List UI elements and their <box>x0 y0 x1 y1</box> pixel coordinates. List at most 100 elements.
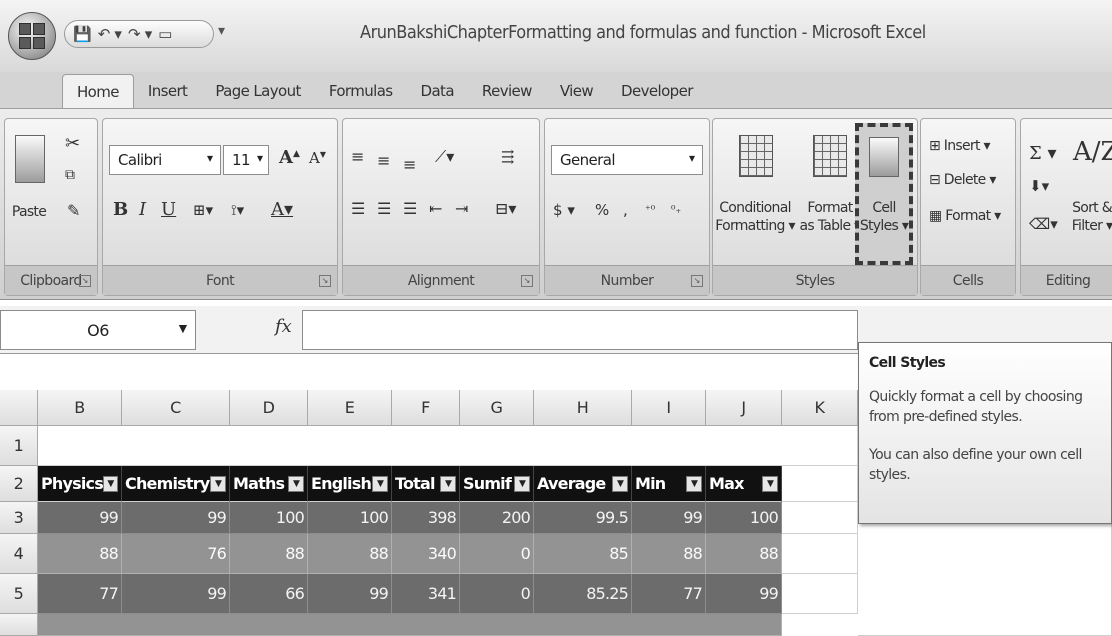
column-header-d[interactable]: D <box>230 390 308 426</box>
number-format-chevron-down-icon[interactable]: ▾ <box>689 151 695 165</box>
filter-dropdown-icon[interactable]: ▼ <box>288 475 304 492</box>
row-header-5[interactable]: 5 <box>0 574 38 614</box>
new-icon[interactable]: ▭ <box>158 25 172 43</box>
header-cell-maths[interactable]: Maths ▼ <box>230 466 308 502</box>
tab-formulas[interactable]: Formulas <box>315 74 407 108</box>
column-header-f[interactable]: F <box>392 390 460 426</box>
office-button[interactable] <box>8 12 56 60</box>
column-header-k[interactable]: K <box>782 390 858 426</box>
filter-dropdown-icon[interactable]: ▼ <box>514 475 530 492</box>
table-cell[interactable]: 77 <box>38 574 122 614</box>
paste-button[interactable]: Paste <box>5 203 53 221</box>
row-header-6[interactable] <box>0 614 38 636</box>
header-cell-average[interactable]: Average ▼ <box>534 466 632 502</box>
table-cell[interactable]: 100 <box>308 502 392 534</box>
table-cell[interactable] <box>782 534 858 574</box>
row-header-1[interactable]: 1 <box>0 426 38 466</box>
align-right-icon[interactable]: ☰ <box>403 199 417 218</box>
decrease-decimal-icon[interactable]: ⁰₊ <box>671 203 681 216</box>
shrink-font-icon[interactable]: A▼ <box>309 149 326 167</box>
top-align-icon[interactable]: ≡ <box>351 147 364 166</box>
table-cell[interactable] <box>782 466 858 502</box>
align-left-icon[interactable]: ☰ <box>351 199 365 218</box>
bold-icon[interactable]: B <box>113 199 128 220</box>
table-cell[interactable]: 0 <box>460 534 534 574</box>
table-cell[interactable]: 99 <box>122 502 230 534</box>
filter-dropdown-icon[interactable]: ▼ <box>102 475 118 492</box>
insert-button[interactable]: ⊞ Insert ▾ <box>929 137 991 155</box>
table-cell[interactable]: 99 <box>38 502 122 534</box>
customize-icon[interactable]: ▾ <box>218 22 225 39</box>
delete-button[interactable]: ⊟ Delete ▾ <box>929 171 996 189</box>
orientation-icon[interactable]: ⟋▾ <box>435 147 454 167</box>
cell-styles-button[interactable]: Cell Styles ▾ <box>855 123 913 265</box>
fill-color-icon[interactable]: ⟟▾ <box>231 201 244 219</box>
table-cell[interactable]: 66 <box>230 574 308 614</box>
table-cell[interactable]: 88 <box>308 534 392 574</box>
grow-font-icon[interactable]: A▲ <box>279 147 300 168</box>
table-cell[interactable] <box>858 524 1112 636</box>
table-cell[interactable]: 85 <box>534 534 632 574</box>
row-header-3[interactable]: 3 <box>0 502 38 534</box>
font-family-select[interactable]: Calibri <box>109 145 221 175</box>
column-header-e[interactable]: E <box>308 390 392 426</box>
number-launcher-icon[interactable]: ↘ <box>691 275 703 287</box>
format-as-table-button[interactable]: Format as Table ▾ <box>797 199 863 235</box>
column-header-g[interactable]: G <box>460 390 534 426</box>
wrap-text-icon[interactable]: ⇶ <box>501 147 514 166</box>
middle-align-icon[interactable]: ≡ <box>377 151 390 170</box>
sort-filter-button[interactable]: Sort & Filter ▾ <box>1067 199 1112 235</box>
format-button[interactable]: ▦ Format ▾ <box>929 207 1001 225</box>
copy-icon[interactable]: ⧉ <box>65 167 75 183</box>
format-as-table-icon[interactable] <box>813 135 847 177</box>
header-cell-english[interactable]: English ▼ <box>308 466 392 502</box>
align-center-icon[interactable]: ☰ <box>377 199 391 218</box>
paste-icon[interactable] <box>15 135 45 183</box>
table-cell[interactable] <box>782 574 858 614</box>
filter-dropdown-icon[interactable]: ▼ <box>372 475 388 492</box>
font-size-chevron-down-icon[interactable]: ▾ <box>257 151 263 165</box>
tab-view[interactable]: View <box>546 74 607 108</box>
table-row[interactable] <box>38 426 858 466</box>
italic-icon[interactable]: I <box>139 199 146 220</box>
fill-icon[interactable]: ⬇▾ <box>1029 177 1049 195</box>
table-cell[interactable]: 88 <box>632 534 706 574</box>
header-cell-total[interactable]: Total ▼ <box>392 466 460 502</box>
tab-review[interactable]: Review <box>468 74 546 108</box>
table-row[interactable] <box>38 614 782 636</box>
table-cell[interactable]: 88 <box>38 534 122 574</box>
table-cell[interactable]: 200 <box>460 502 534 534</box>
table-cell[interactable]: 88 <box>230 534 308 574</box>
undo-icon[interactable]: ↶ ▾ <box>98 25 122 43</box>
clear-icon[interactable]: ⌫▾ <box>1029 215 1058 233</box>
sort-filter-icon[interactable]: A/Z <box>1073 137 1112 167</box>
number-format-select[interactable]: General <box>551 145 703 175</box>
redo-icon[interactable]: ↷ ▾ <box>128 25 152 43</box>
table-cell[interactable]: 99 <box>632 502 706 534</box>
table-cell[interactable]: 398 <box>392 502 460 534</box>
table-cell[interactable]: 0 <box>460 574 534 614</box>
table-cell[interactable]: 76 <box>122 534 230 574</box>
filter-dropdown-icon[interactable]: ▼ <box>612 475 628 492</box>
font-color-icon[interactable]: A▾ <box>271 199 293 220</box>
alignment-launcher-icon[interactable]: ↘ <box>521 275 533 287</box>
row-header-4[interactable]: 4 <box>0 534 38 574</box>
table-cell[interactable]: 88 <box>706 534 782 574</box>
header-cell-chemistry[interactable]: Chemistry ▼ <box>122 466 230 502</box>
table-cell[interactable]: 100 <box>230 502 308 534</box>
borders-icon[interactable]: ⊞▾ <box>193 201 213 219</box>
name-box[interactable]: O6 <box>0 310 196 350</box>
bottom-align-icon[interactable]: ≡ <box>403 155 416 174</box>
format-painter-icon[interactable]: ✎ <box>67 201 80 220</box>
select-all-button[interactable] <box>0 390 38 426</box>
percent-button[interactable]: % <box>595 201 609 219</box>
table-cell[interactable]: 100 <box>706 502 782 534</box>
row-header-2[interactable]: 2 <box>0 466 38 502</box>
column-header-h[interactable]: H <box>534 390 632 426</box>
filter-dropdown-icon[interactable]: ▼ <box>440 475 456 492</box>
tab-data[interactable]: Data <box>407 74 468 108</box>
column-header-j[interactable]: J <box>706 390 782 426</box>
font-family-chevron-down-icon[interactable]: ▾ <box>207 151 213 165</box>
table-cell[interactable]: 99 <box>706 574 782 614</box>
formula-input[interactable] <box>302 310 858 350</box>
